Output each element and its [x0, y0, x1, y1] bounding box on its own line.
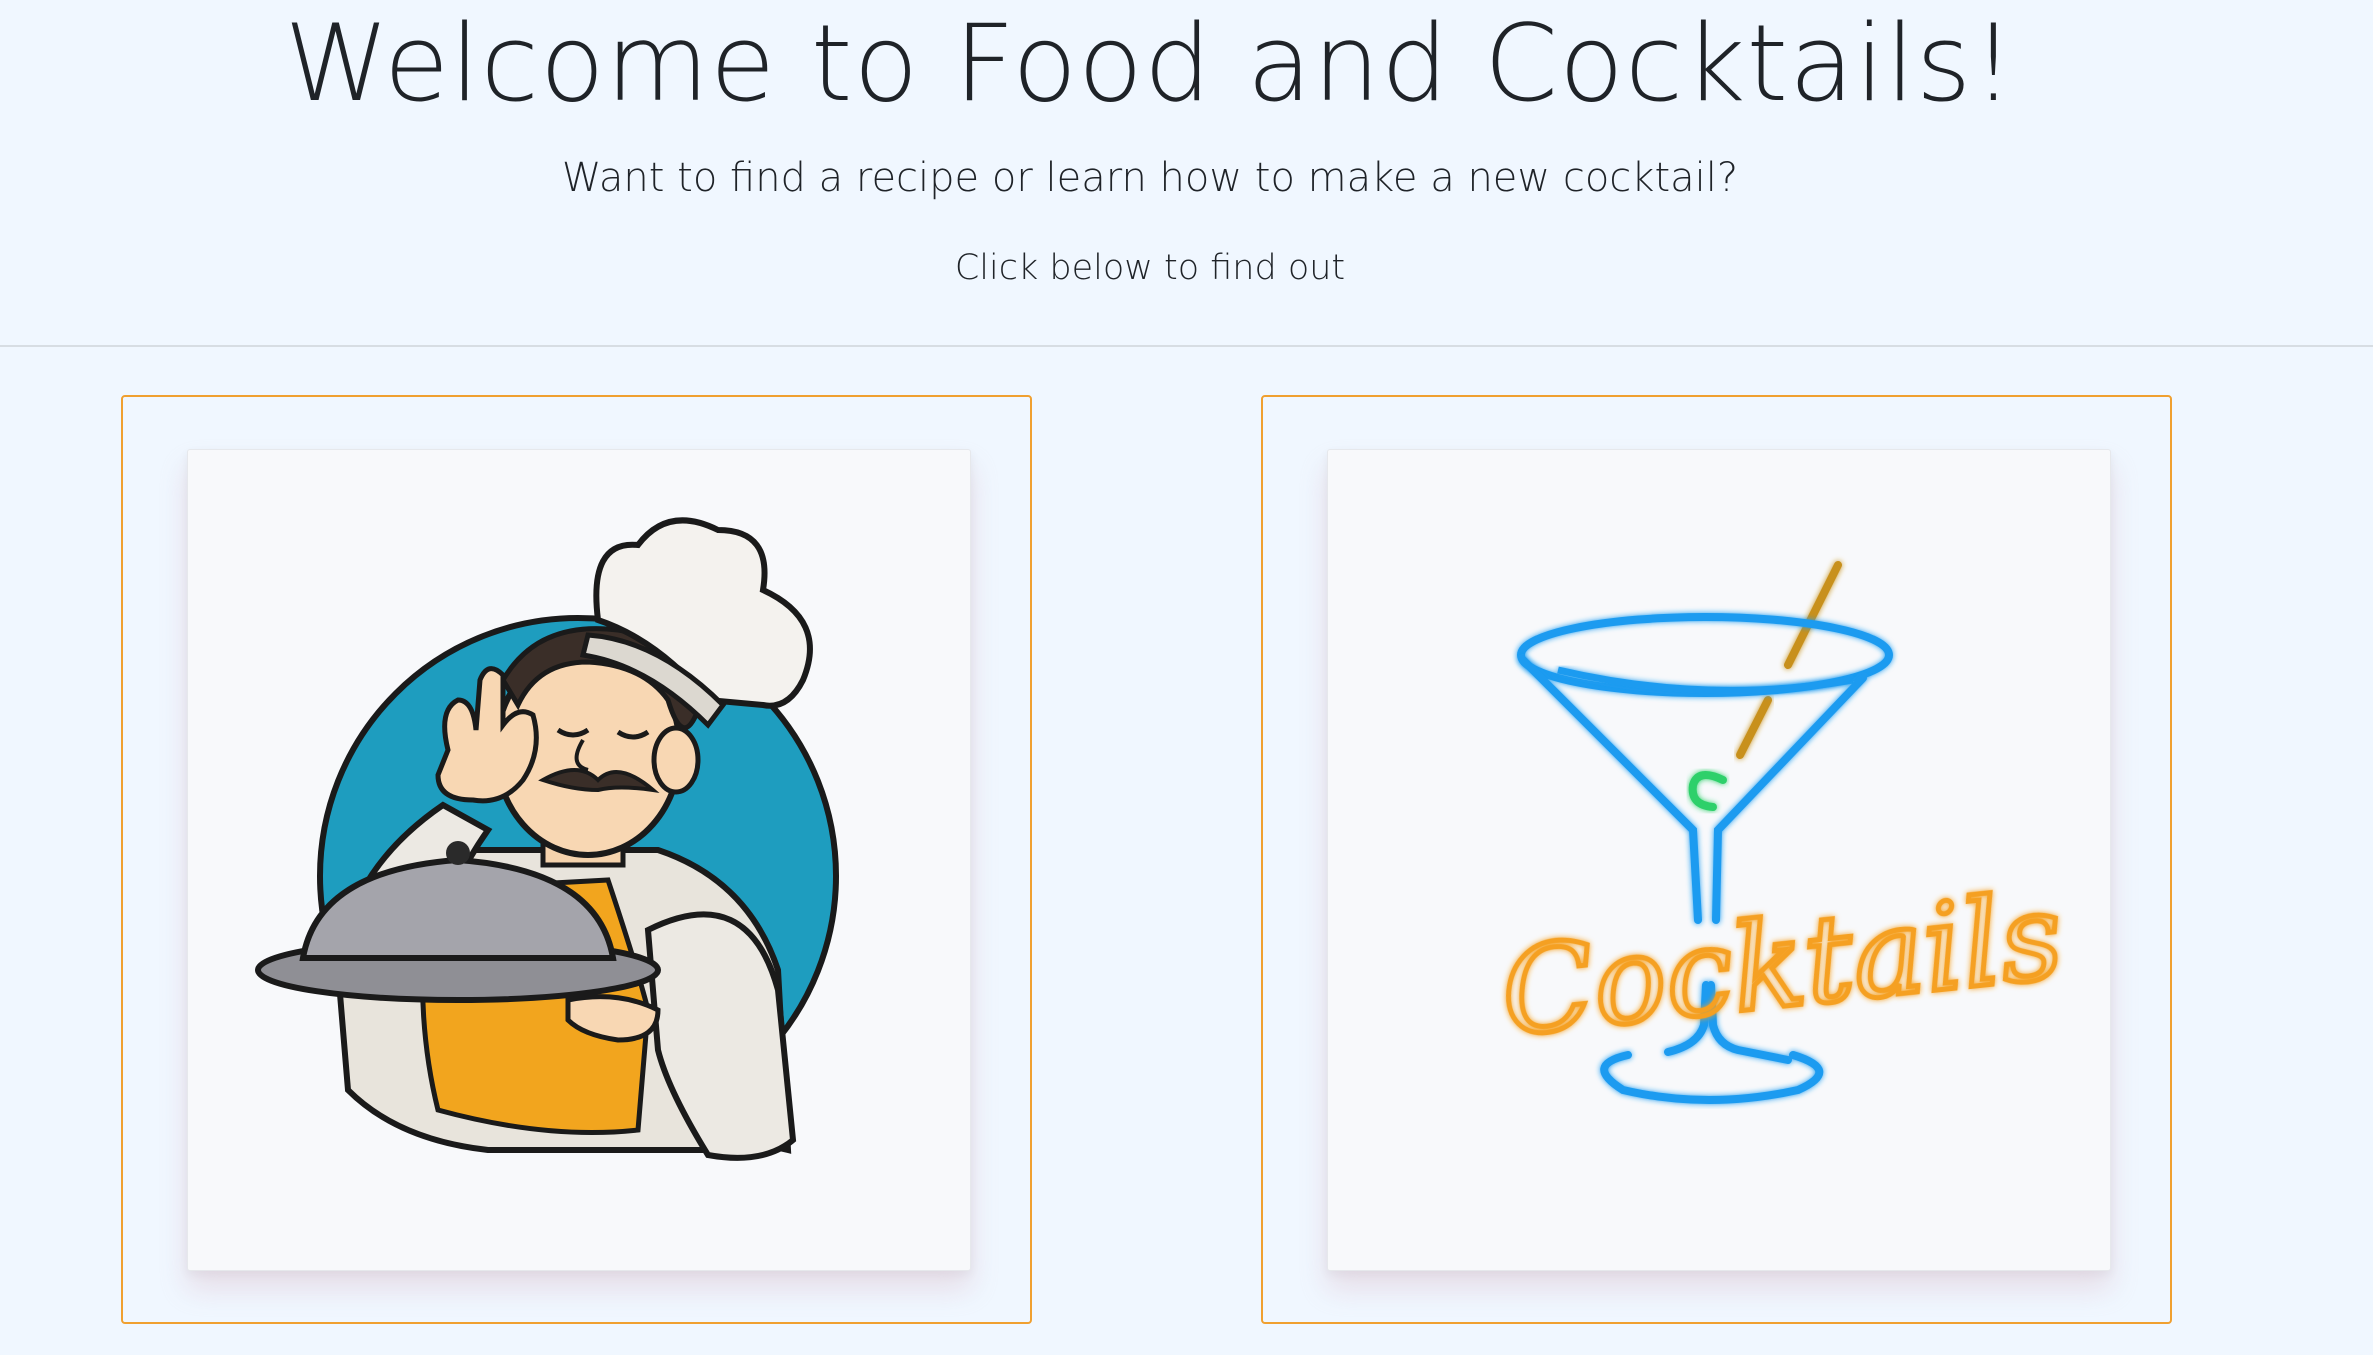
hero-subtitle: Want to find a recipe or learn how to ma…	[561, 155, 1739, 201]
chef-ear	[651, 725, 701, 795]
hero-section: Welcome to Food and Cocktails! Want to f…	[0, 0, 2373, 345]
neon-stir-stick-bottom	[1736, 696, 1772, 759]
neon-olive	[1688, 771, 1727, 811]
neon-glass-right-side	[1712, 674, 1867, 924]
page-title: Welcome to Food and Cocktails!	[284, 2, 2016, 125]
chef-illustration-icon	[255, 517, 839, 1161]
neon-cocktails-text: Cocktails	[1495, 867, 2069, 1064]
neon-glass-left-side	[1519, 656, 1702, 924]
cocktails-card-image-frame[interactable]: Cocktails	[1327, 449, 2111, 1271]
food-card-link[interactable]	[121, 395, 1032, 1324]
cocktails-card-link[interactable]: Cocktails	[1261, 395, 2172, 1324]
neon-stir-stick-top	[1784, 561, 1842, 669]
hero-divider	[0, 345, 2373, 347]
neon-cocktail-sign-icon: Cocktails	[1493, 561, 2071, 1104]
food-card-image-frame[interactable]	[187, 449, 971, 1271]
cloche-handle	[446, 841, 470, 865]
hero-cta-text: Click below to find out	[954, 248, 1346, 288]
